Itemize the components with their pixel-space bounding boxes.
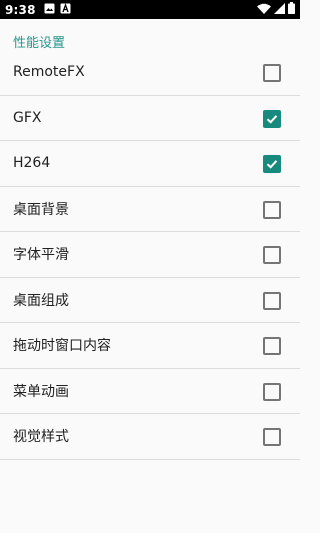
checkbox-visual-styles[interactable] [263,428,281,447]
section-title-performance: 性能设置 [13,36,66,51]
setting-row-remotefx[interactable]: RemoteFX [0,50,300,96]
setting-row-desktop-background[interactable]: 桌面背景 [0,187,300,232]
setting-label: 视觉样式 [13,429,69,446]
status-right-icons [257,2,295,17]
battery-icon [288,2,295,17]
setting-row-window-drag[interactable]: 拖动时窗口内容 [0,323,300,369]
checkmark-icon [266,160,278,169]
setting-label: 菜单动画 [13,383,69,400]
setting-label: 字体平滑 [13,247,69,264]
setting-row-h264[interactable]: H264 [0,141,300,187]
setting-label: 桌面组成 [13,292,69,309]
checkmark-icon [266,114,278,124]
setting-label: RemoteFX [13,64,85,81]
settings-list: RemoteFX GFX H264 桌面背景 字体平滑 桌面组成 拖动时窗口内容… [0,50,300,460]
setting-row-gfx[interactable]: GFX [0,96,300,141]
wifi-icon [257,3,271,17]
setting-label: H264 [13,155,51,172]
checkbox-gfx[interactable] [263,109,281,128]
checkbox-desktop-background[interactable] [263,200,281,219]
status-left-icons [44,2,71,17]
setting-label: 拖动时窗口内容 [13,338,111,355]
image-icon [44,3,55,17]
checkbox-window-drag[interactable] [263,337,281,356]
setting-row-desktop-composition[interactable]: 桌面组成 [0,278,300,323]
checkbox-desktop-composition[interactable] [263,291,281,310]
checkbox-font-smoothing[interactable] [263,246,281,265]
status-time: 9:38 [5,2,36,17]
text-a-icon [60,2,71,17]
setting-row-font-smoothing[interactable]: 字体平滑 [0,232,300,278]
checkbox-h264[interactable] [263,155,281,174]
setting-label: 桌面背景 [13,201,69,218]
checkbox-menu-animation[interactable] [263,382,281,401]
setting-row-menu-animation[interactable]: 菜单动画 [0,369,300,414]
signal-icon [274,2,285,17]
status-bar: 9:38 [0,0,300,19]
checkbox-remotefx[interactable] [263,64,281,83]
setting-label: GFX [13,109,42,126]
setting-row-visual-styles[interactable]: 视觉样式 [0,414,300,460]
